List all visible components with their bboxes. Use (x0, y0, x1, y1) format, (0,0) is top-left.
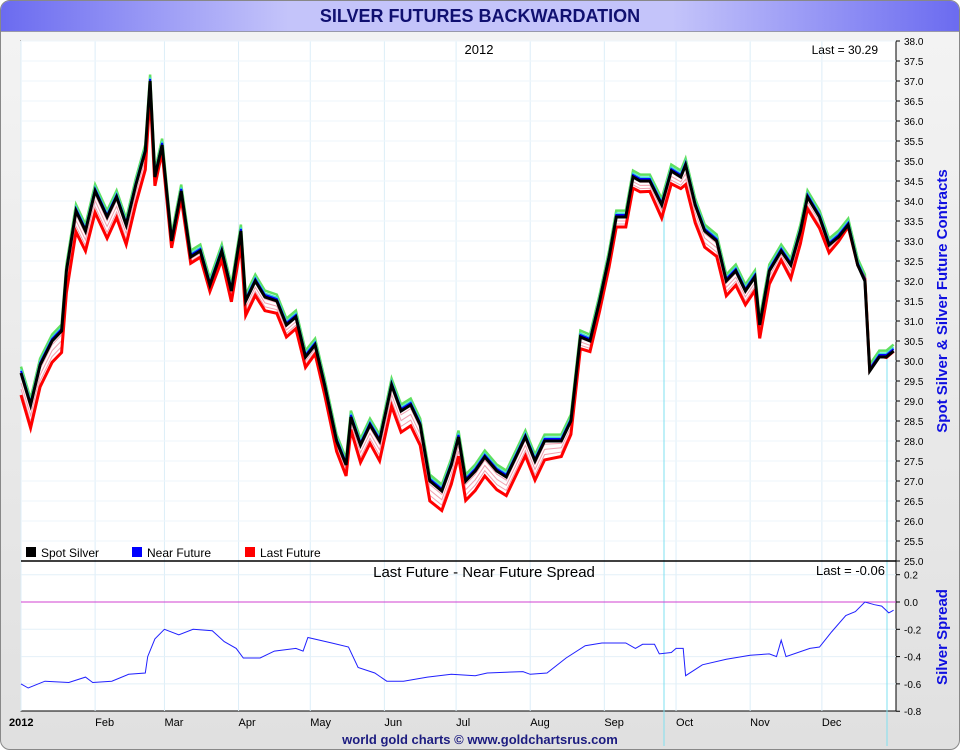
legend-label: Near Future (147, 546, 211, 560)
y-tick-label: 27.0 (904, 477, 924, 488)
y-tick-label: 37.0 (904, 77, 924, 88)
y-tick-label: 34.0 (904, 197, 924, 208)
main-last-value: Last = 30.29 (812, 43, 879, 57)
spread-panel-title: Last Future - Near Future Spread (373, 564, 595, 581)
y-tick-label: 30.0 (904, 357, 924, 368)
y-tick-label: 32.0 (904, 277, 924, 288)
y-tick-label: 31.5 (904, 297, 924, 308)
spread-y-tick-label: -0.6 (904, 680, 922, 691)
legend-swatch (245, 547, 255, 557)
x-tick-label: Oct (676, 717, 693, 729)
main-panel-title: 2012 (465, 42, 494, 57)
y-tick-label: 36.5 (904, 97, 924, 108)
y-tick-label: 37.5 (904, 57, 924, 68)
y-tick-label: 29.0 (904, 397, 924, 408)
y-tick-label: 26.0 (904, 517, 924, 528)
y-tick-label: 35.0 (904, 157, 924, 168)
y-tick-label: 32.5 (904, 257, 924, 268)
x-tick-label: Apr (239, 717, 256, 729)
x-tick-label: Sep (604, 717, 624, 729)
y-tick-label: 25.5 (904, 537, 924, 548)
y-tick-label: 33.0 (904, 237, 924, 248)
spread-y-axis-label: Silver Spread (934, 589, 951, 685)
spread-y-tick-label: 0.2 (904, 571, 918, 582)
main-y-axis-label: Spot Silver & Silver Future Contracts (934, 169, 951, 432)
x-tick-label: May (310, 717, 331, 729)
y-tick-label: 29.5 (904, 377, 924, 388)
spread-last-value: Last = -0.06 (816, 563, 885, 578)
y-tick-label: 35.5 (904, 137, 924, 148)
chart-canvas: 38.0 37.5 37.0 36.5 36.0 35.5 35.0 34.5 34.0 33.5… (9, 37, 951, 746)
y-tick-label: 30.5 (904, 337, 924, 348)
spread-y-tick-label: -0.4 (904, 653, 922, 664)
y-tick-label: 38.0 (904, 37, 924, 48)
x-tick-label: Mar (164, 717, 183, 729)
y-tick-label: 28.5 (904, 417, 924, 428)
x-tick-label: Nov (750, 717, 770, 729)
y-tick-label: 34.5 (904, 177, 924, 188)
y-tick-label: 26.5 (904, 497, 924, 508)
x-tick-label: 2012 (9, 717, 33, 729)
legend-label: Spot Silver (41, 546, 99, 560)
y-tick-label: 36.0 (904, 117, 924, 128)
x-tick-label: Aug (530, 717, 550, 729)
legend-swatch (132, 547, 142, 557)
y-tick-label: 25.0 (904, 557, 924, 568)
x-tick-label: Dec (822, 717, 842, 729)
x-tick-label: Feb (95, 717, 114, 729)
y-tick-label: 28.0 (904, 437, 924, 448)
footer-credit: world gold charts © www.goldchartsrus.co… (342, 732, 618, 747)
legend-swatch (26, 547, 36, 557)
spread-y-tick-label: 0.0 (904, 598, 918, 609)
y-tick-label: 31.0 (904, 317, 924, 328)
legend-label: Last Future (260, 546, 321, 560)
x-tick-label: Jul (456, 717, 470, 729)
y-tick-label: 27.5 (904, 457, 924, 468)
y-tick-label: 33.5 (904, 217, 924, 228)
spread-y-tick-label: -0.8 (904, 707, 922, 718)
chart-frame: SILVER FUTURES BACKWARDATION 38.0 37.5 37.… (0, 0, 960, 750)
x-tick-label: Jun (384, 717, 402, 729)
spread-y-tick-label: -0.2 (904, 625, 922, 636)
